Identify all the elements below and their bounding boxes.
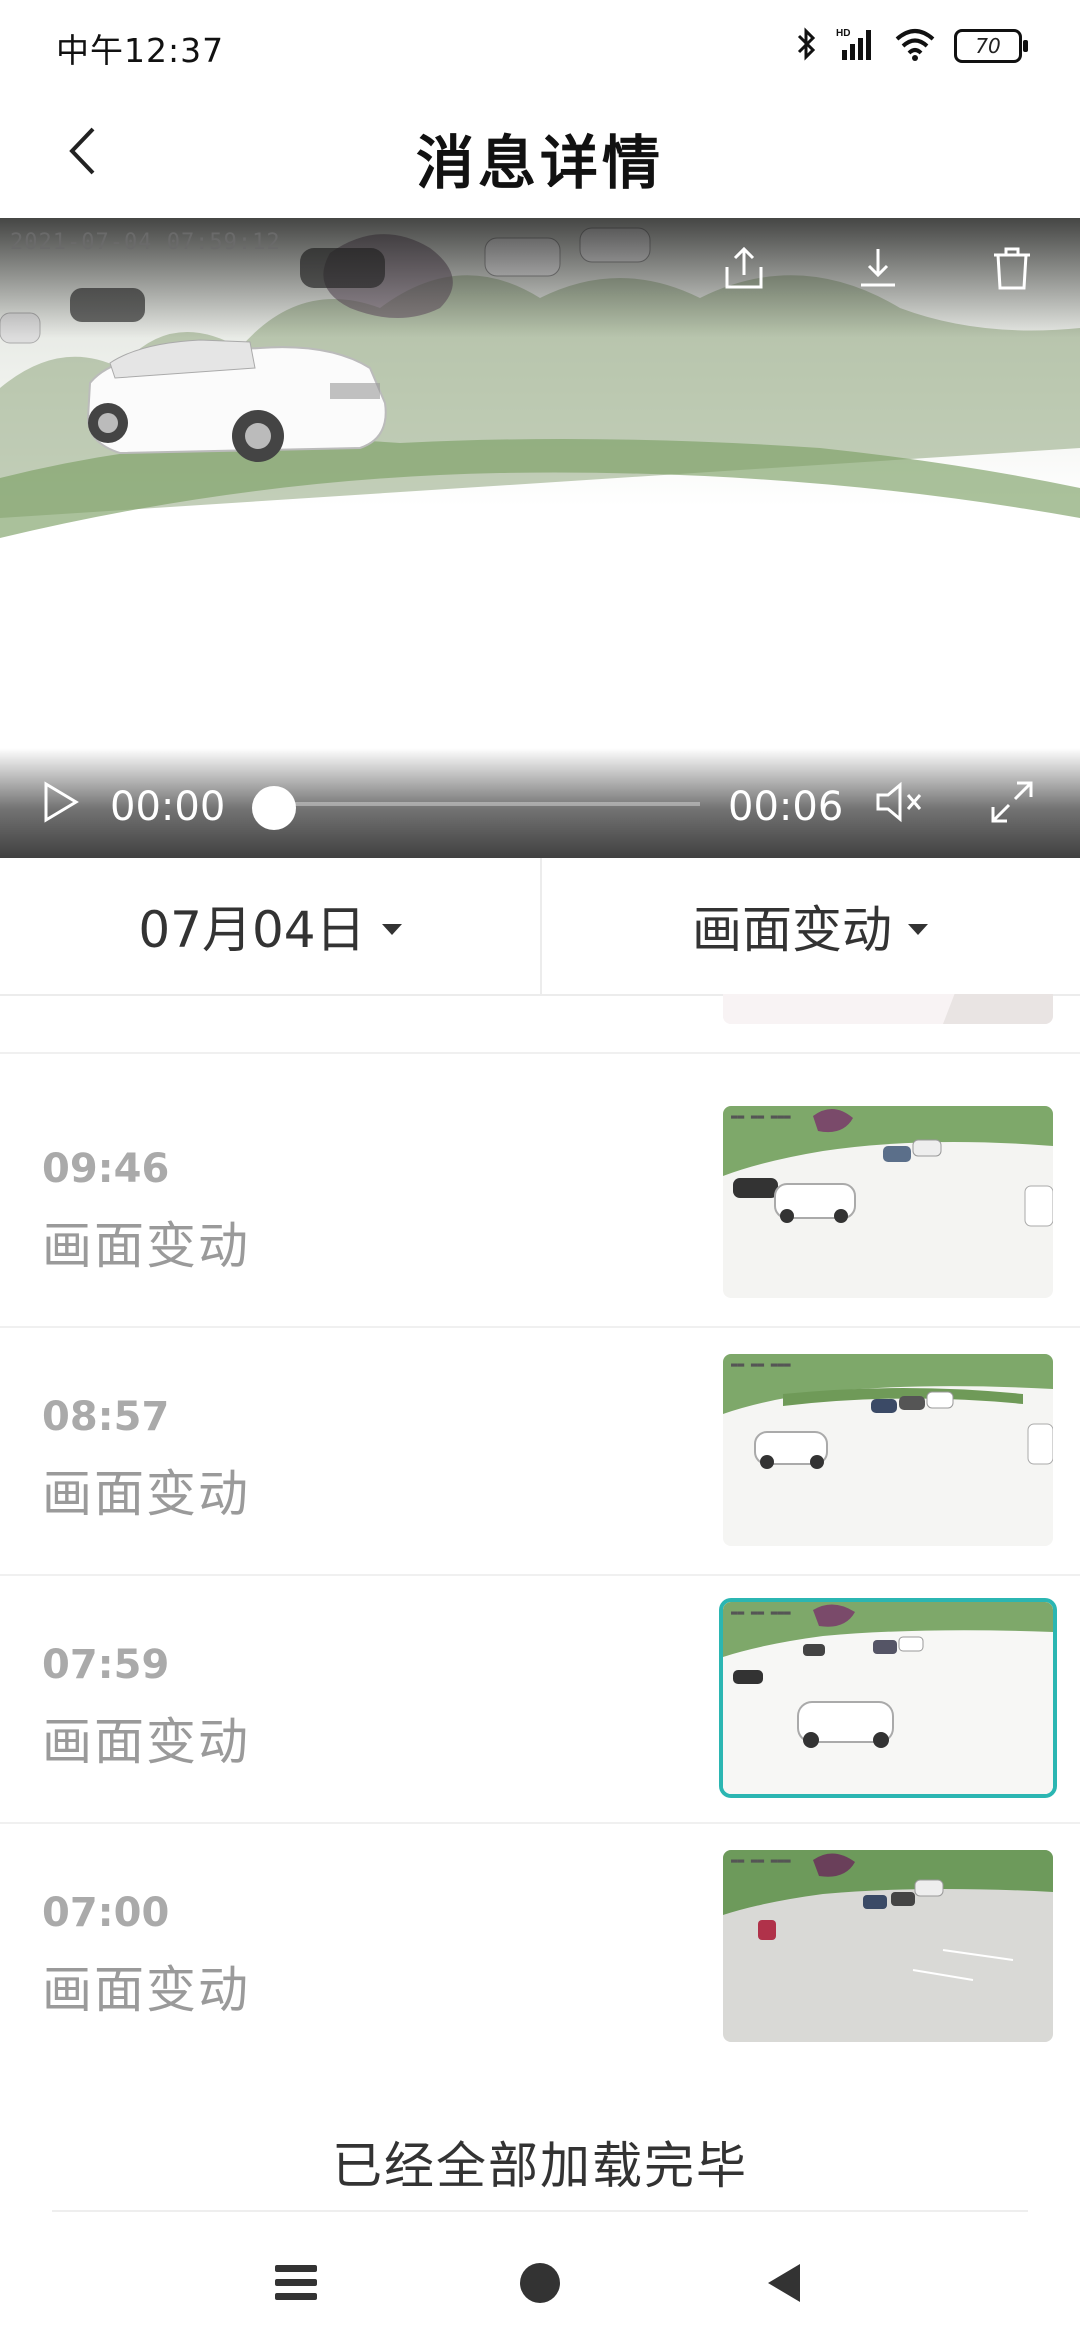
hd-signal-icon: HD [836, 26, 876, 66]
download-icon [855, 245, 901, 295]
list-item[interactable]: 08:57 画面变动 ▬▬ ▬▬ ▬▬▬ [0, 1326, 1080, 1576]
download-button[interactable] [848, 240, 908, 300]
event-thumbnail: ▬▬ ▬▬ ▬▬▬ [723, 1354, 1053, 1546]
progress-thumb[interactable] [252, 786, 296, 830]
battery-icon: 70 [954, 29, 1028, 63]
page-title: 消息详情 [415, 129, 664, 197]
video-controls: 00:00 00:06 [0, 748, 1080, 858]
event-thumbnail [723, 994, 1053, 1024]
bluetooth-icon [796, 26, 818, 66]
video-timestamp: 2021-07-04 07:59:12 [10, 230, 281, 255]
event-list[interactable]: 画面变动 09:46 画面变动 ▬▬ ▬▬ ▬▬▬ 08:57 画面变动 [0, 994, 1080, 2044]
date-filter-dropdown[interactable]: 07月04日 [0, 858, 540, 994]
event-type: 画面变动 [42, 1713, 250, 1771]
event-type: 画面变动 [42, 1465, 250, 1523]
thumbnail-timestamp-overlay: ▬▬ ▬▬ ▬▬▬ [731, 1606, 791, 1619]
mute-button[interactable] [872, 778, 928, 830]
event-type-filter-dropdown[interactable]: 画面变动 [540, 858, 1080, 994]
video-player[interactable]: 2021-07-04 07:59:12 00:00 00:06 [0, 218, 1080, 858]
wifi-icon [894, 27, 936, 65]
total-time: 00:06 [728, 784, 844, 830]
play-button[interactable] [34, 778, 86, 830]
caret-down-icon [908, 923, 928, 935]
share-icon [721, 245, 767, 295]
back-triangle-icon [766, 2262, 802, 2308]
menu-icon [275, 2263, 317, 2307]
filter-bar: 07月04日 画面变动 [0, 858, 1080, 996]
caret-down-icon [381, 923, 402, 935]
event-thumbnail: ▬▬ ▬▬ ▬▬▬ [723, 1850, 1053, 2042]
event-type: 画面变动 [42, 1961, 250, 2019]
event-type: 画面变动 [42, 1217, 250, 1275]
play-icon [40, 780, 80, 828]
list-item[interactable]: 07:00 画面变动 ▬▬ ▬▬ ▬▬▬ [0, 1822, 1080, 2044]
svg-text:HD: HD [836, 28, 850, 39]
share-button[interactable] [714, 240, 774, 300]
thumbnail-timestamp-overlay: ▬▬ ▬▬ ▬▬▬ [731, 1854, 791, 1867]
progress-track[interactable] [270, 802, 700, 806]
fullscreen-icon [989, 779, 1035, 829]
event-thumbnail-selected: ▬▬ ▬▬ ▬▬▬ [723, 1602, 1053, 1794]
thumbnail-timestamp-overlay: ▬▬ ▬▬ ▬▬▬ [731, 1110, 791, 1123]
list-item[interactable]: 画面变动 [0, 994, 1080, 1054]
delete-button[interactable] [982, 240, 1042, 300]
muted-speaker-icon [874, 780, 926, 828]
thumbnail-timestamp-overlay: ▬▬ ▬▬ ▬▬▬ [731, 1358, 791, 1371]
event-time: 07:59 [42, 1642, 170, 1688]
load-complete-text: 已经全部加载完毕 [332, 2137, 748, 2195]
status-bar: 中午12:37 HD 70 [0, 0, 1080, 90]
event-time: 08:57 [42, 1394, 170, 1440]
back-nav-button[interactable] [744, 2250, 824, 2320]
event-type: 画面变动 [42, 994, 250, 1004]
event-time: 07:00 [42, 1890, 170, 1936]
list-item[interactable]: 07:59 画面变动 ▬▬ ▬▬ ▬▬▬ [0, 1574, 1080, 1824]
divider [52, 2210, 1028, 2212]
current-time: 00:00 [110, 784, 226, 830]
event-thumbnail: ▬▬ ▬▬ ▬▬▬ [723, 1106, 1053, 1298]
event-time: 09:46 [42, 1146, 170, 1192]
status-icons: HD 70 [796, 22, 1028, 70]
system-nav-bar [0, 2230, 1080, 2340]
fullscreen-button[interactable] [984, 778, 1040, 830]
recents-button[interactable] [256, 2250, 336, 2320]
delete-icon [989, 245, 1035, 295]
home-button[interactable] [500, 2250, 580, 2320]
date-filter-label: 07月04日 [138, 901, 366, 959]
list-item[interactable]: 09:46 画面变动 ▬▬ ▬▬ ▬▬▬ [0, 1078, 1080, 1328]
status-time: 中午12:37 [56, 31, 225, 70]
home-icon [518, 2261, 562, 2309]
event-type-filter-label: 画面变动 [692, 901, 892, 959]
header: 消息详情 [0, 90, 1080, 218]
